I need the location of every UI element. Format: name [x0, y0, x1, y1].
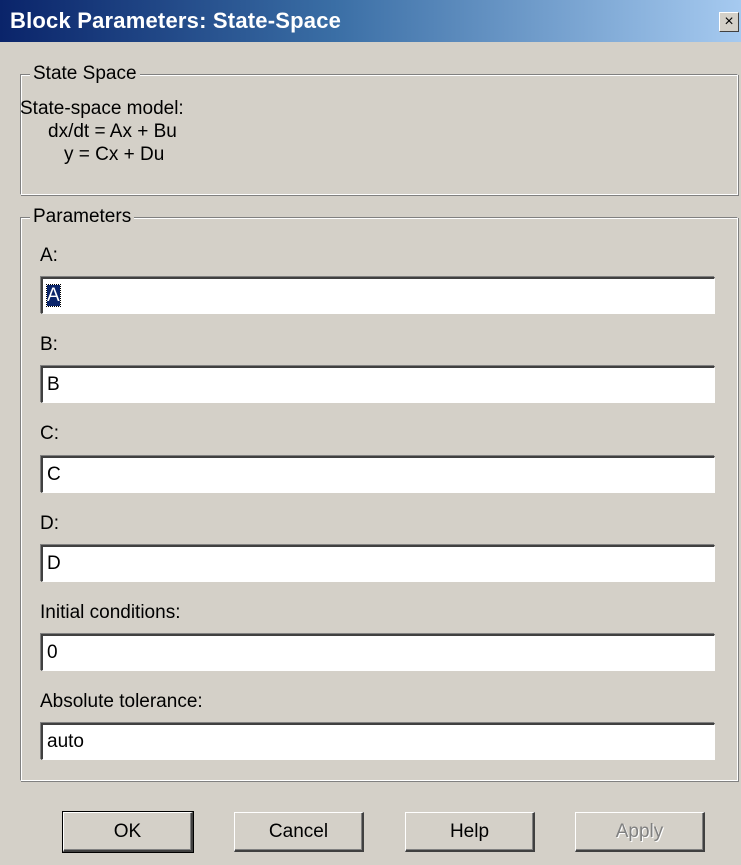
param-c-value: C: [47, 464, 61, 485]
cancel-button[interactable]: Cancel: [234, 812, 364, 852]
title-bar: Block Parameters: State-Space ×: [0, 0, 741, 42]
window-title: Block Parameters: State-Space: [10, 8, 342, 33]
param-a-label: A:: [40, 245, 58, 266]
state-space-group-legend: State Space: [30, 63, 140, 85]
model-description-line-1: State-space model:: [20, 98, 184, 119]
model-description-line-2: dx/dt = Ax + Bu: [48, 121, 177, 142]
param-c-input[interactable]: C: [41, 456, 715, 493]
initial-conditions-input[interactable]: 0: [41, 634, 715, 671]
absolute-tolerance-input[interactable]: auto: [41, 723, 715, 760]
model-description-line-3: y = Cx + Du: [64, 144, 165, 165]
help-button[interactable]: Help: [405, 812, 535, 852]
initial-conditions-value: 0: [47, 642, 58, 663]
absolute-tolerance-label: Absolute tolerance:: [40, 691, 203, 712]
param-d-input[interactable]: D: [41, 545, 715, 582]
param-b-value: B: [47, 374, 60, 395]
parameters-group-legend: Parameters: [30, 206, 135, 228]
close-icon[interactable]: ×: [719, 12, 739, 32]
param-d-value: D: [47, 553, 61, 574]
apply-button[interactable]: Apply: [575, 812, 705, 852]
absolute-tolerance-value: auto: [47, 731, 84, 752]
ok-button[interactable]: OK: [62, 811, 194, 853]
param-c-label: C:: [40, 423, 59, 444]
initial-conditions-label: Initial conditions:: [40, 602, 181, 623]
param-d-label: D:: [40, 513, 59, 534]
param-a-value: A: [46, 284, 61, 307]
param-b-input[interactable]: B: [41, 366, 715, 403]
param-b-label: B:: [40, 334, 58, 355]
param-a-input[interactable]: A: [41, 277, 715, 314]
